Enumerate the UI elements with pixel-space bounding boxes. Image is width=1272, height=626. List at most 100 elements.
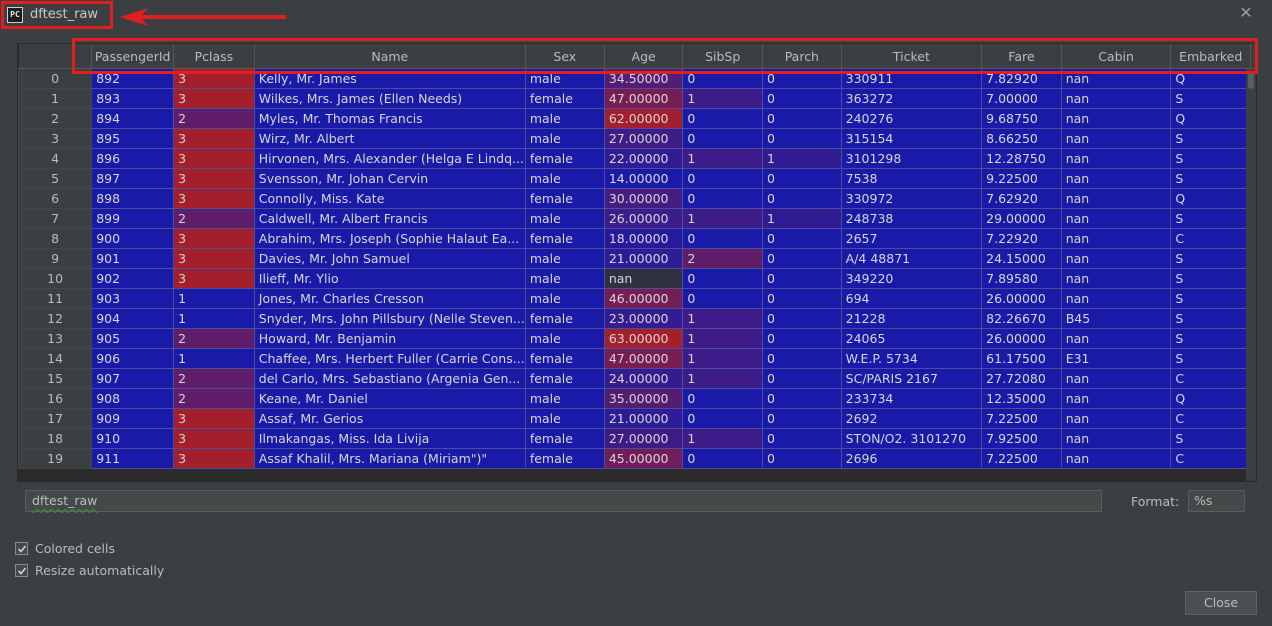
cell-passengerid[interactable]: 904 <box>91 308 175 329</box>
cell-passengerid[interactable]: 899 <box>91 208 175 229</box>
table-row[interactable]: 0 892 3 Kelly, Mr. James male 34.50000 0 0 33091… <box>18 68 1256 89</box>
cell-sibsp[interactable]: 1 <box>682 368 764 389</box>
cell-sex[interactable]: female <box>524 448 605 469</box>
table-row[interactable]: 8 900 3 Abrahim, Mrs. Joseph (Sophie Halaut… <box>18 228 1256 249</box>
cell-fare[interactable]: 7.22920 <box>981 228 1062 249</box>
table-row[interactable]: 11 903 1 Jones, Mr. Charles Cresson male 46.0… <box>18 288 1256 309</box>
cell-age[interactable]: 63.00000 <box>603 328 684 349</box>
column-header-parch[interactable]: Parch <box>762 44 842 69</box>
cell-passengerid[interactable]: 895 <box>91 128 175 149</box>
cell-sibsp[interactable]: 0 <box>682 268 764 289</box>
cell-parch[interactable]: 0 <box>762 328 842 349</box>
table-row[interactable]: 10 902 3 Ilieff, Mr. Ylio male nan 0 0 349220 7.8… <box>18 268 1256 289</box>
cell-ticket[interactable]: 240276 <box>840 108 983 129</box>
cell-passengerid[interactable]: 896 <box>91 148 175 169</box>
cell-pclass[interactable]: 3 <box>173 88 255 109</box>
cell-pclass[interactable]: 1 <box>173 348 255 369</box>
cell-age[interactable]: 27.00000 <box>603 428 684 449</box>
cell-cabin[interactable]: B45 <box>1060 308 1172 329</box>
cell-sex[interactable]: male <box>524 388 605 409</box>
cell-cabin[interactable]: nan <box>1060 148 1172 169</box>
cell-age[interactable]: 18.00000 <box>603 228 684 249</box>
column-header-embarked[interactable]: Embarked <box>1170 44 1251 69</box>
table-row[interactable]: 9 901 3 Davies, Mr. John Samuel male 21.00000… <box>18 248 1256 269</box>
cell-ticket[interactable]: 248738 <box>840 208 983 229</box>
cell-fare[interactable]: 26.00000 <box>981 288 1062 309</box>
cell-cabin[interactable]: nan <box>1060 388 1172 409</box>
cell-cabin[interactable]: E31 <box>1060 348 1172 369</box>
cell-parch[interactable]: 0 <box>762 228 842 249</box>
cell-age[interactable]: 35.00000 <box>603 388 684 409</box>
cell-ticket[interactable]: 2696 <box>840 448 983 469</box>
cell-parch[interactable]: 0 <box>762 168 842 189</box>
cell-pclass[interactable]: 3 <box>173 228 255 249</box>
cell-cabin[interactable]: nan <box>1060 428 1172 449</box>
cell-pclass[interactable]: 3 <box>173 188 255 209</box>
table-row[interactable]: 18 910 3 Ilmakangas, Miss. Ida Livija female… <box>18 428 1256 449</box>
cell-age[interactable]: 24.00000 <box>603 368 684 389</box>
cell-pclass[interactable]: 2 <box>173 368 255 389</box>
cell-fare[interactable]: 7.89580 <box>981 268 1062 289</box>
cell-sibsp[interactable]: 1 <box>682 328 764 349</box>
cell-ticket[interactable]: A/4 48871 <box>840 248 983 269</box>
cell-cabin[interactable]: nan <box>1060 328 1172 349</box>
close-icon[interactable]: ✕ <box>1238 5 1254 21</box>
cell-sibsp[interactable]: 1 <box>682 428 764 449</box>
cell-sibsp[interactable]: 2 <box>682 248 764 269</box>
cell-fare[interactable]: 7.22500 <box>981 408 1062 429</box>
cell-embarked[interactable]: Q <box>1170 68 1251 89</box>
cell-sibsp[interactable]: 0 <box>682 168 764 189</box>
cell-embarked[interactable]: S <box>1170 148 1251 169</box>
cell-age[interactable]: 34.50000 <box>603 68 684 89</box>
cell-age[interactable]: 21.00000 <box>603 248 684 269</box>
cell-embarked[interactable]: C <box>1170 448 1251 469</box>
cell-parch[interactable]: 0 <box>762 368 842 389</box>
cell-parch[interactable]: 0 <box>762 348 842 369</box>
cell-sex[interactable]: male <box>524 208 605 229</box>
table-row[interactable]: 4 896 3 Hirvonen, Mrs. Alexander (Helga E L… <box>18 148 1256 169</box>
cell-cabin[interactable]: nan <box>1060 188 1172 209</box>
cell-embarked[interactable]: C <box>1170 408 1251 429</box>
cell-name[interactable]: Snyder, Mrs. John Pillsbury (Nelle Steve… <box>253 308 526 329</box>
resize-automatically-checkbox[interactable]: Resize automatically <box>15 562 164 578</box>
cell-embarked[interactable]: S <box>1170 328 1251 349</box>
cell-age[interactable]: 62.00000 <box>603 108 684 129</box>
table-row[interactable]: 2 894 2 Myles, Mr. Thomas Francis male 62.000… <box>18 108 1256 129</box>
column-header-sibsp[interactable]: SibSp <box>682 44 764 69</box>
cell-sibsp[interactable]: 0 <box>682 448 764 469</box>
cell-cabin[interactable]: nan <box>1060 228 1172 249</box>
cell-parch[interactable]: 0 <box>762 108 842 129</box>
cell-sex[interactable]: female <box>524 348 605 369</box>
cell-name[interactable]: Wirz, Mr. Albert <box>253 128 526 149</box>
cell-pclass[interactable]: 3 <box>173 68 255 89</box>
vertical-scrollbar[interactable] <box>1246 69 1256 481</box>
cell-passengerid[interactable]: 900 <box>91 228 175 249</box>
cell-sex[interactable]: male <box>524 68 605 89</box>
cell-embarked[interactable]: S <box>1170 208 1251 229</box>
cell-passengerid[interactable]: 909 <box>91 408 175 429</box>
column-header-cabin[interactable]: Cabin <box>1061 44 1172 69</box>
cell-sex[interactable]: male <box>524 408 605 429</box>
table-row[interactable]: 6 898 3 Connolly, Miss. Kate female 30.00000 0… <box>18 188 1256 209</box>
cell-pclass[interactable]: 3 <box>173 428 255 449</box>
cell-cabin[interactable]: nan <box>1060 368 1172 389</box>
cell-fare[interactable]: 7.22500 <box>981 448 1062 469</box>
cell-passengerid[interactable]: 907 <box>91 368 175 389</box>
cell-name[interactable]: Hirvonen, Mrs. Alexander (Helga E Lindq.… <box>253 148 526 169</box>
cell-sex[interactable]: female <box>524 428 605 449</box>
table-row[interactable]: 19 911 3 Assaf Khalil, Mrs. Mariana (Miriam… <box>18 448 1256 469</box>
cell-passengerid[interactable]: 902 <box>91 268 175 289</box>
table-row[interactable]: 3 895 3 Wirz, Mr. Albert male 27.00000 0 0 31515… <box>18 128 1256 149</box>
cell-fare[interactable]: 7.82920 <box>981 68 1062 89</box>
cell-ticket[interactable]: 330972 <box>840 188 983 209</box>
cell-passengerid[interactable]: 905 <box>91 328 175 349</box>
table-row[interactable]: 13 905 2 Howard, Mr. Benjamin male 63.00000 1 0… <box>18 328 1256 349</box>
cell-ticket[interactable]: 349220 <box>840 268 983 289</box>
cell-ticket[interactable]: 233734 <box>840 388 983 409</box>
cell-embarked[interactable]: Q <box>1170 188 1251 209</box>
cell-parch[interactable]: 0 <box>762 428 842 449</box>
cell-ticket[interactable]: SC/PARIS 2167 <box>840 368 983 389</box>
cell-sibsp[interactable]: 0 <box>682 388 764 409</box>
cell-sibsp[interactable]: 1 <box>682 348 764 369</box>
cell-sex[interactable]: female <box>524 228 605 249</box>
